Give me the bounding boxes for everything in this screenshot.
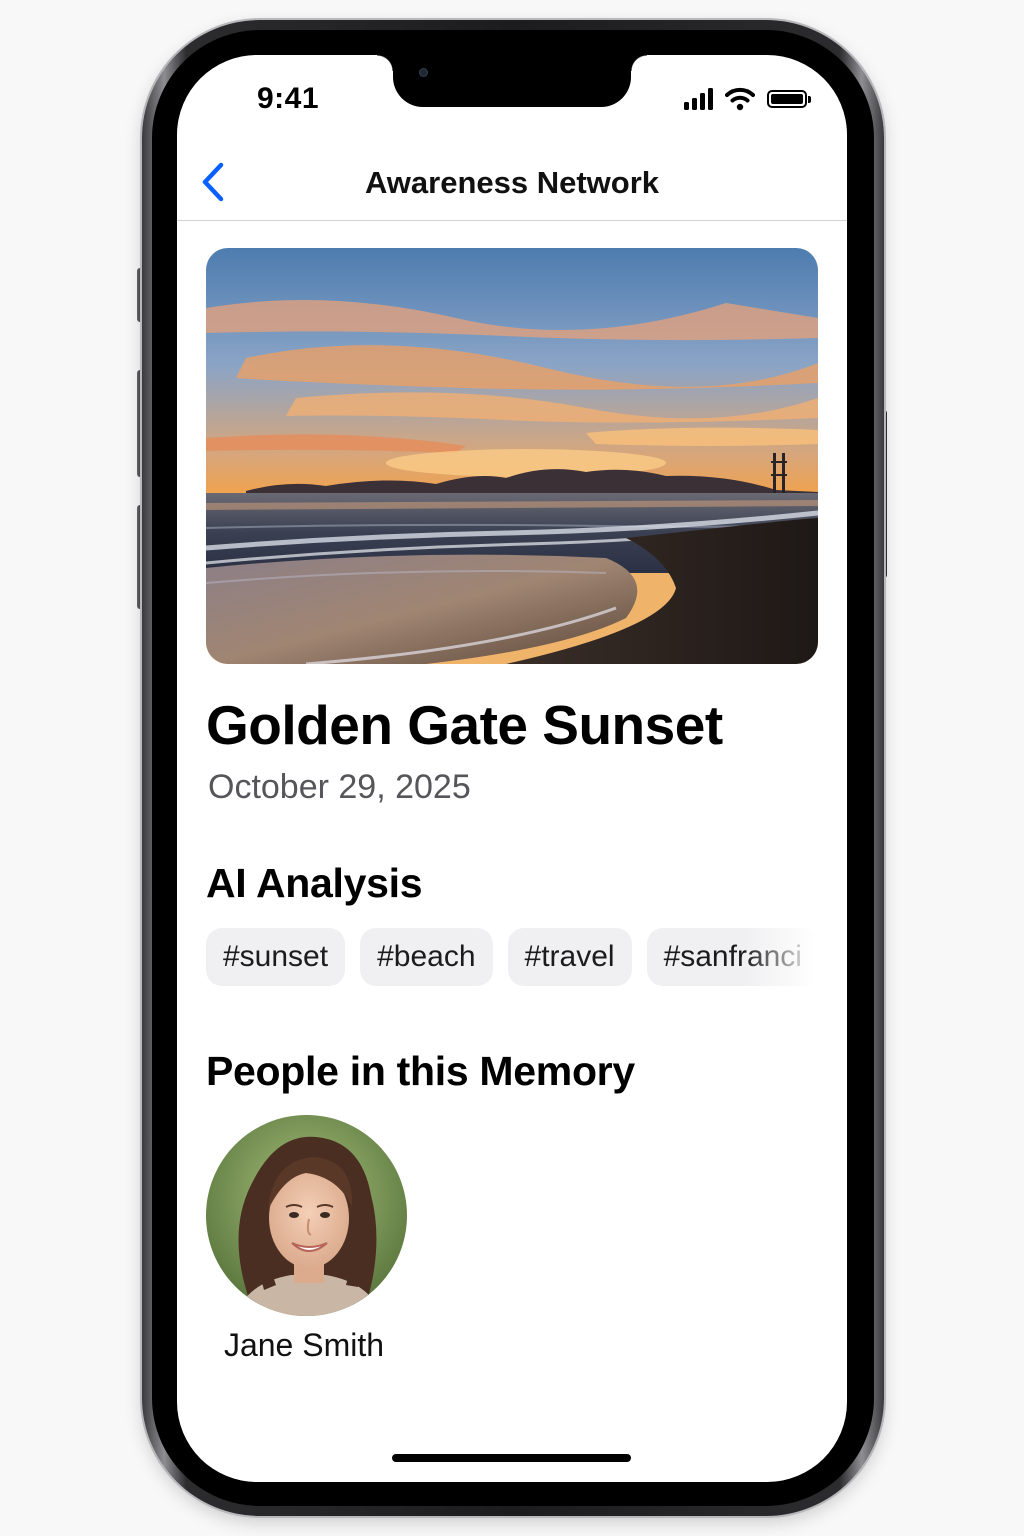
memory-date: October 29, 2025: [208, 768, 471, 806]
wifi-icon: [725, 87, 755, 111]
battery-icon: [767, 90, 811, 108]
tag-chip[interactable]: #sunset: [206, 928, 346, 986]
status-time: 9:41: [257, 82, 320, 115]
tags-row[interactable]: #sunset #beach #travel #sanfranci: [206, 928, 818, 986]
notch: [377, 55, 647, 107]
ai-analysis-heading: AI Analysis: [206, 860, 423, 906]
person-name: Jane Smith: [223, 1327, 385, 1363]
home-indicator[interactable]: [392, 1454, 631, 1462]
memory-photo[interactable]: [206, 248, 818, 664]
navigation-bar: Awareness Network: [177, 145, 847, 221]
front-camera: [419, 68, 428, 77]
person-card[interactable]: Jane Smith: [206, 1115, 408, 1375]
tag-chip[interactable]: #beach: [360, 928, 493, 986]
phone-screen: 9:41 Awareness Network Golden Gate Sunse…: [177, 55, 847, 1482]
memory-title: Golden Gate Sunset: [206, 694, 723, 756]
status-icons: [684, 87, 811, 111]
device-mockup: 9:41 Awareness Network Golden Gate Sunse…: [0, 0, 1024, 1536]
tag-chip[interactable]: #sanfranci: [646, 928, 818, 986]
tag-chip[interactable]: #travel: [507, 928, 632, 986]
person-portrait: [206, 1115, 407, 1316]
sunset-beach-photo: [206, 248, 818, 664]
nav-title: Awareness Network: [364, 165, 660, 200]
people-heading: People in this Memory: [206, 1048, 635, 1094]
avatar[interactable]: [206, 1115, 407, 1316]
cellular-signal-icon: [684, 88, 713, 110]
